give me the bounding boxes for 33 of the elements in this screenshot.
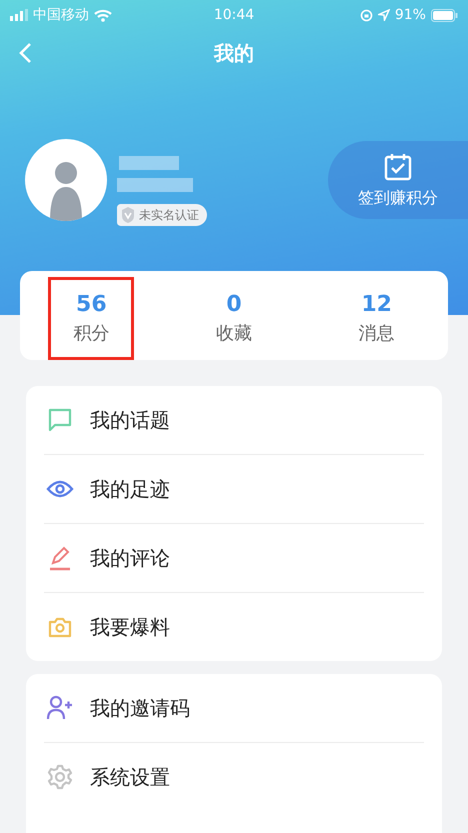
menu-item[interactable]: 我的话题 <box>90 406 170 434</box>
pencil-icon <box>47 545 73 571</box>
highlight-frame[interactable]: 56 积分 <box>48 277 134 360</box>
stat-value: 0 <box>226 292 242 317</box>
eye-icon <box>46 479 74 499</box>
menu-item[interactable]: 我的足迹 <box>90 476 170 502</box>
menu-item[interactable]: 系统设置 <box>90 764 170 790</box>
menu-item[interactable]: 我的邀请码 <box>90 694 190 722</box>
clock-time: 10:44 <box>214 7 254 23</box>
menu-item[interactable]: 我的评论 <box>90 544 170 572</box>
stat-item[interactable]: 0 收藏 <box>191 277 277 360</box>
signal-icon <box>10 9 28 21</box>
wifi-icon <box>94 8 112 22</box>
add-user-icon <box>46 695 74 721</box>
location-arrow-icon <box>378 9 390 21</box>
stat-item[interactable]: 12 消息 <box>334 277 420 360</box>
stat-value: 12 <box>361 292 392 317</box>
stat-label: 收藏 <box>216 322 252 345</box>
settings-icon <box>47 764 73 790</box>
rotation-lock-icon <box>360 8 373 22</box>
calendar-check-icon <box>383 152 413 182</box>
stat-label: 消息 <box>358 322 395 345</box>
speech-bubble-icon <box>47 407 73 433</box>
stat-label: 积分 <box>73 322 110 345</box>
stat-value: 56 <box>76 292 107 317</box>
camera-icon <box>47 615 73 639</box>
back-icon[interactable] <box>18 42 32 64</box>
battery-icon <box>430 8 458 22</box>
battery-percent: 91% <box>394 7 426 23</box>
menu-item[interactable]: 我要爆料 <box>90 614 170 640</box>
page-title: 我的 <box>214 40 254 66</box>
carrier-name: 中国移动 <box>33 6 89 24</box>
verification-badge: 未实名认证 <box>117 204 207 226</box>
